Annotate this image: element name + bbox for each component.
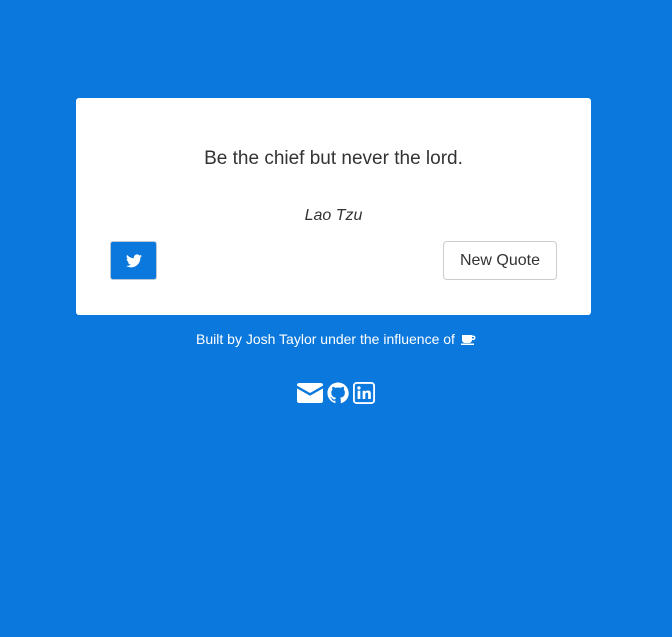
github-icon: [327, 382, 349, 404]
tweet-button[interactable]: [110, 241, 157, 280]
social-links: [0, 382, 672, 404]
email-link[interactable]: [297, 383, 323, 403]
quote-author: Lao Tzu: [304, 207, 363, 224]
linkedin-icon: [353, 382, 375, 404]
footer-credit-text: Built by Josh Taylor under the influence…: [196, 331, 455, 347]
envelope-icon: [297, 383, 323, 403]
quote-card: Be the chief but never the lord. Lao Tzu…: [76, 98, 591, 315]
footer-credit: Built by Josh Taylor under the influence…: [0, 331, 672, 347]
github-link[interactable]: [327, 382, 349, 404]
page: Be the chief but never the lord. Lao Tzu…: [0, 0, 672, 637]
quote-text: Be the chief but never the lord.: [204, 148, 463, 169]
twitter-icon: [125, 253, 142, 267]
linkedin-link[interactable]: [353, 382, 375, 404]
coffee-icon: [460, 335, 476, 345]
new-quote-button[interactable]: New Quote: [443, 241, 557, 280]
